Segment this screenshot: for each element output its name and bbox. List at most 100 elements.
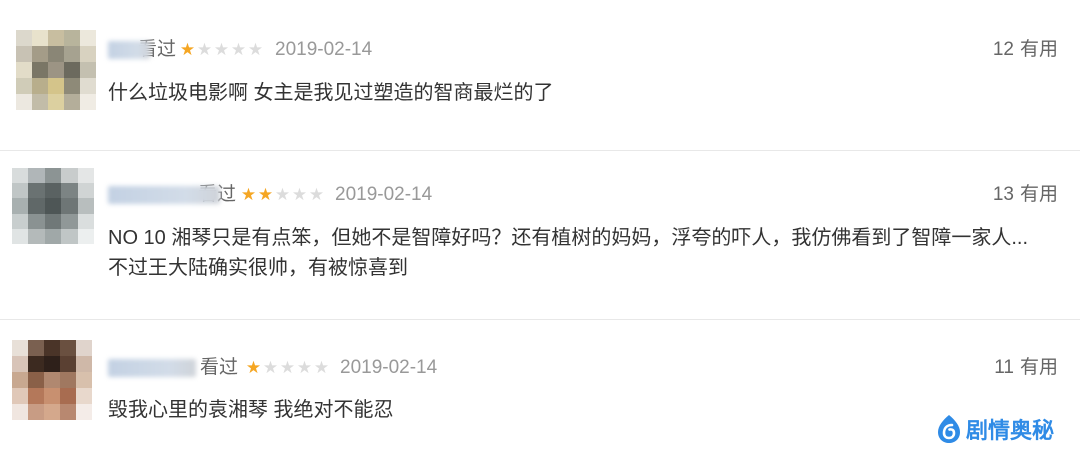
avatar-mosaic-tile <box>44 228 62 244</box>
username-link[interactable] <box>108 186 220 204</box>
comment-item: 看过 ★ ★ ★ ★ ★ 2019-02-14 11 有用 毁我心里的袁湘琴 我绝对不能忍 <box>0 320 1080 458</box>
avatar-mosaic-tile <box>48 46 64 62</box>
avatar-mosaic-tile <box>44 168 62 184</box>
avatar-mosaic-tile <box>44 213 62 229</box>
avatar-mosaic-tile <box>80 46 96 62</box>
star-filled-icon: ★ <box>240 185 257 204</box>
avatar-mosaic-tile <box>44 372 60 388</box>
star-filled-icon: ★ <box>179 40 196 59</box>
avatar-mosaic-tile <box>12 404 28 420</box>
comment-content: 毁我心里的袁湘琴 我绝对不能忍 <box>108 395 394 425</box>
avatar-mosaic-tile <box>61 183 78 199</box>
comment-date: 2019-02-14 <box>275 39 373 60</box>
star-empty-icon: ★ <box>291 185 308 204</box>
useful-vote[interactable]: 12 有用 <box>993 37 1058 63</box>
avatar-mosaic-tile <box>32 30 48 46</box>
avatar-mosaic-tile <box>16 78 32 94</box>
useful-count: 11 <box>994 357 1014 378</box>
username-link[interactable] <box>108 359 196 377</box>
avatar-mosaic-tile <box>44 356 60 372</box>
avatar-mosaic-tile <box>28 183 45 199</box>
avatar-mosaic-tile <box>12 183 29 199</box>
avatar-mosaic-tile <box>28 198 45 214</box>
avatar-mosaic-tile <box>16 62 32 78</box>
avatar-mosaic-tile <box>32 94 48 110</box>
comment-date: 2019-02-14 <box>340 357 438 378</box>
avatar-mosaic-tile <box>44 183 62 199</box>
avatar-mosaic-tile <box>28 372 44 388</box>
avatar-mosaic-tile <box>60 356 76 372</box>
avatar-mosaic-tile <box>12 356 28 372</box>
star-empty-icon: ★ <box>262 358 279 377</box>
avatar-mosaic-tile <box>76 372 92 388</box>
star-filled-icon: ★ <box>257 185 274 204</box>
avatar-mosaic-tile <box>76 340 92 356</box>
useful-vote-label[interactable]: 有用 <box>1020 184 1058 205</box>
star-empty-icon: ★ <box>313 358 330 377</box>
useful-vote[interactable]: 13 有用 <box>993 182 1058 208</box>
avatar-mosaic-tile <box>44 404 60 420</box>
avatar-mosaic-tile <box>32 78 48 94</box>
avatar-mosaic-tile <box>77 198 94 214</box>
star-empty-icon: ★ <box>196 40 213 59</box>
comment-text-line: 不过王大陆确实很帅，有被惊喜到 <box>108 257 408 279</box>
comment-content: 什么垃圾电影啊 女主是我见过塑造的智商最烂的了 <box>108 78 554 108</box>
avatar-mosaic-tile <box>61 168 78 184</box>
comment-list: 看过 ★ ★ ★ ★ ★ 2019-02-14 12 有用 什么垃圾电影啊 女主是我见过塑… <box>0 0 1080 458</box>
avatar-mosaic-tile <box>12 388 28 404</box>
comment-item: 看过 ★ ★ ★ ★ ★ 2019-02-14 12 有用 什么垃圾电影啊 女主是我见过塑… <box>0 0 1080 150</box>
comment-date: 2019-02-14 <box>335 184 433 205</box>
avatar-mosaic-tile <box>77 213 94 229</box>
user-avatar[interactable] <box>16 30 96 110</box>
avatar-mosaic-tile <box>28 168 45 184</box>
avatar-mosaic-tile <box>12 213 29 229</box>
avatar-mosaic-tile <box>64 30 80 46</box>
useful-vote-label[interactable]: 有用 <box>1020 357 1058 378</box>
droplet-logo-icon <box>938 415 960 443</box>
avatar-mosaic-tile <box>32 62 48 78</box>
avatar-mosaic-tile <box>80 30 96 46</box>
star-empty-icon: ★ <box>296 358 313 377</box>
star-rating: ★ ★ ★ ★ ★ <box>240 182 325 208</box>
avatar-mosaic-tile <box>64 46 80 62</box>
avatar-mosaic-tile <box>28 340 44 356</box>
star-empty-icon: ★ <box>230 40 247 59</box>
watermark: 剧情奥秘 <box>936 413 1054 445</box>
comment-text-line: 毁我心里的袁湘琴 我绝对不能忍 <box>108 399 394 421</box>
avatar-mosaic-tile <box>28 213 45 229</box>
avatar-mosaic-tile <box>77 228 94 244</box>
star-empty-icon: ★ <box>274 185 291 204</box>
watermark-text: 剧情奥秘 <box>966 418 1055 443</box>
avatar-mosaic-tile <box>32 46 48 62</box>
star-rating: ★ ★ ★ ★ ★ <box>179 37 264 63</box>
username-link[interactable] <box>108 41 150 59</box>
comment-content: NO 10 湘琴只是有点笨，但她不是智障好吗？还有植树的妈妈，浮夸的吓人，我仿佛… <box>108 223 1028 283</box>
avatar-mosaic-tile <box>12 340 28 356</box>
avatar-mosaic-tile <box>28 228 45 244</box>
star-empty-icon: ★ <box>308 185 325 204</box>
useful-count: 12 <box>992 39 1014 60</box>
star-filled-icon: ★ <box>245 358 262 377</box>
avatar-mosaic-tile <box>80 62 96 78</box>
user-avatar[interactable] <box>12 168 94 244</box>
avatar-mosaic-tile <box>44 198 62 214</box>
useful-vote[interactable]: 11 有用 <box>994 355 1058 381</box>
avatar-mosaic-tile <box>16 46 32 62</box>
avatar-mosaic-tile <box>48 30 64 46</box>
avatar-mosaic-tile <box>60 372 76 388</box>
avatar-mosaic-tile <box>76 356 92 372</box>
avatar-mosaic-tile <box>28 404 44 420</box>
avatar-mosaic-tile <box>64 62 80 78</box>
avatar-mosaic-tile <box>77 183 94 199</box>
comment-text-line: NO 10 湘琴只是有点笨，但她不是智障好吗？还有植树的妈妈，浮夸的吓人，我仿佛… <box>108 227 1029 249</box>
avatar-mosaic-tile <box>76 388 92 404</box>
avatar-mosaic-tile <box>44 340 60 356</box>
avatar-mosaic-tile <box>61 213 78 229</box>
avatar-mosaic-tile <box>80 78 96 94</box>
user-avatar[interactable] <box>12 340 92 420</box>
avatar-mosaic-tile <box>12 372 28 388</box>
star-empty-icon: ★ <box>213 40 230 59</box>
comment-text-line: 什么垃圾电影啊 女主是我见过塑造的智商最烂的了 <box>108 82 554 104</box>
useful-vote-label[interactable]: 有用 <box>1020 39 1058 60</box>
useful-count: 13 <box>992 184 1014 205</box>
